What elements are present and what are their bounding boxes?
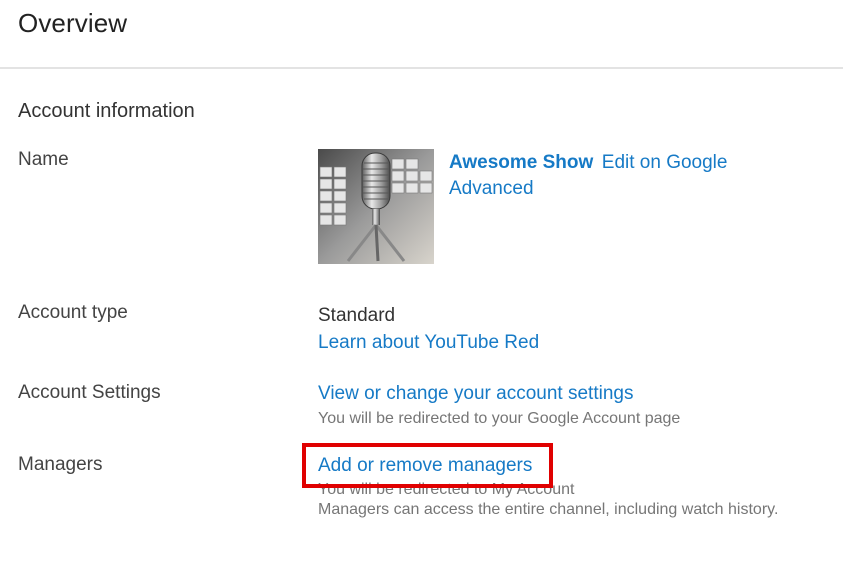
edit-on-google-link[interactable]: Edit on Google bbox=[602, 152, 728, 173]
advanced-link[interactable]: Advanced bbox=[449, 178, 534, 199]
managers-note-redirect: You will be redirected to My Account bbox=[318, 481, 575, 498]
section-title: Account information bbox=[18, 100, 195, 122]
managers-block: Add or remove managers You will be redir… bbox=[318, 453, 778, 519]
page-title: Overview bbox=[18, 8, 128, 38]
account-settings-link[interactable]: View or change your account settings bbox=[318, 381, 680, 407]
overview-page: Overview Account information Name Awesom… bbox=[0, 0, 843, 563]
add-remove-managers-link[interactable]: Add or remove managers bbox=[318, 453, 778, 479]
account-type-block: Standard Learn about YouTube Red bbox=[318, 302, 539, 357]
learn-youtube-red-link[interactable]: Learn about YouTube Red bbox=[318, 332, 539, 353]
channel-name-link[interactable]: Awesome Show bbox=[449, 152, 593, 173]
account-settings-label: Account Settings bbox=[18, 382, 161, 403]
account-settings-note: You will be redirected to your Google Ac… bbox=[318, 410, 681, 427]
name-label: Name bbox=[18, 149, 69, 170]
account-type-label: Account type bbox=[18, 302, 128, 323]
header-divider bbox=[0, 67, 843, 69]
managers-note-access: Managers can access the entire channel, … bbox=[318, 501, 779, 518]
account-type-value: Standard bbox=[318, 305, 396, 326]
channel-thumbnail[interactable] bbox=[318, 149, 434, 264]
account-settings-block: View or change your account settings You… bbox=[318, 381, 680, 428]
managers-label: Managers bbox=[18, 454, 103, 475]
name-block: Awesome Show Edit on Google Advanced bbox=[449, 150, 769, 202]
microphone-icon bbox=[318, 149, 434, 264]
